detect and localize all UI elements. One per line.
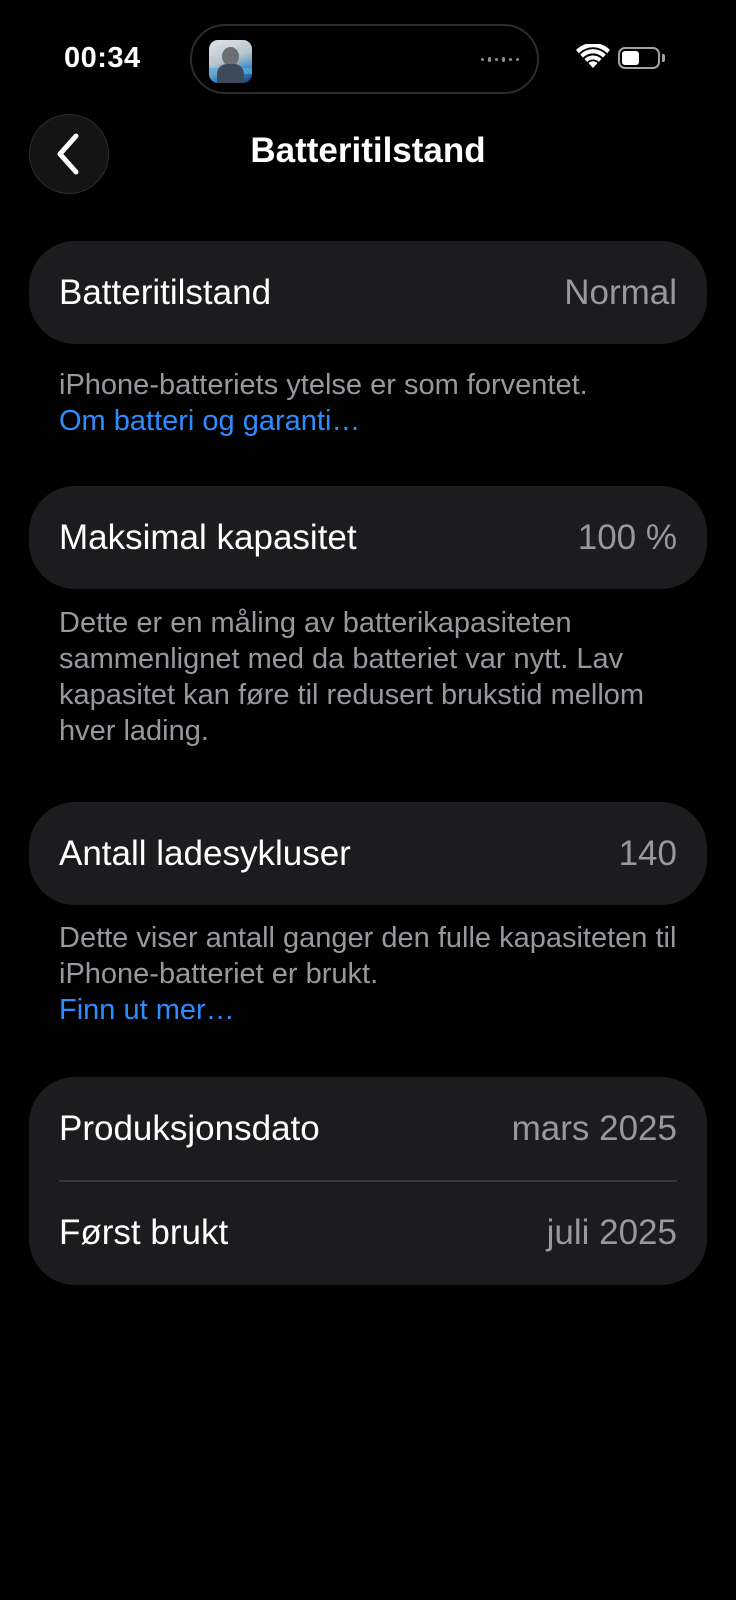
battery-level-fill: [622, 51, 639, 65]
wifi-icon: [576, 44, 610, 68]
battery-health-footnote: iPhone-batteriets ytelse er som forvente…: [59, 367, 699, 439]
learn-more-link[interactable]: Finn ut mer…: [59, 992, 699, 1028]
battery-icon: [618, 47, 660, 69]
status-time: 00:34: [64, 42, 141, 74]
album-art-icon[interactable]: [209, 40, 252, 83]
manufacture-date-row: Produksjonsdato mars 2025: [29, 1077, 707, 1180]
max-capacity-footnote: Dette er en måling av batterikapasiteten…: [59, 607, 645, 747]
charge-cycles-row: Antall ladesykluser 140: [29, 802, 707, 905]
max-capacity-row: Maksimal kapasitet 100 %: [29, 486, 707, 589]
max-capacity-value: 100 %: [577, 517, 677, 557]
charge-cycles-footnote: Dette viser antall ganger den fulle kapa…: [59, 920, 699, 1028]
audio-waveform-icon: [481, 57, 519, 62]
battery-health-screen: 00:34 Batteritilstand Batteritilstand No…: [0, 0, 736, 1600]
charge-cycles-description: Dette viser antall ganger den fulle kapa…: [59, 922, 677, 990]
first-use-row: Først brukt juli 2025: [29, 1182, 707, 1285]
charge-cycles-card: Antall ladesykluser 140: [29, 802, 707, 905]
battery-warranty-link[interactable]: Om batteri og garanti…: [59, 403, 699, 439]
battery-health-label: Batteritilstand: [59, 272, 272, 312]
status-bar: 00:34: [0, 0, 736, 110]
manufacture-date-label: Produksjonsdato: [59, 1108, 320, 1148]
first-use-label: Først brukt: [59, 1213, 229, 1252]
manufacture-date-value: mars 2025: [511, 1108, 677, 1148]
charge-cycles-value: 140: [618, 833, 677, 873]
battery-health-description: iPhone-batteriets ytelse er som forvente…: [59, 369, 588, 401]
battery-health-row: Batteritilstand Normal: [29, 241, 707, 344]
first-use-value: juli 2025: [546, 1213, 677, 1252]
charge-cycles-label: Antall ladesykluser: [59, 833, 351, 873]
page-title: Batteritilstand: [250, 131, 486, 170]
battery-nub: [662, 54, 665, 62]
battery-health-value: Normal: [564, 272, 677, 312]
battery-dates-card: Produksjonsdato mars 2025 Først brukt ju…: [29, 1077, 707, 1285]
max-capacity-label: Maksimal kapasitet: [59, 517, 357, 557]
battery-health-card: Batteritilstand Normal: [29, 241, 707, 344]
max-capacity-card: Maksimal kapasitet 100 %: [29, 486, 707, 589]
dynamic-island[interactable]: [190, 24, 539, 94]
